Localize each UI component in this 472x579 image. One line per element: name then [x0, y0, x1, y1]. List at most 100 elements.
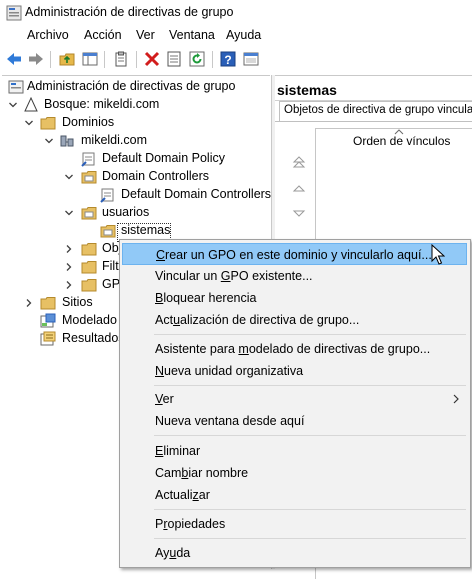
menu-item-propiedades[interactable]: Propiedades — [122, 513, 468, 535]
back-arrow-icon[interactable] — [5, 50, 23, 68]
menu-item-actualizacion-directiva[interactable]: Actualización de directiva de grupo... — [122, 309, 468, 331]
tree-label: Bosque: mikeldi.com — [44, 97, 160, 111]
move-to-top-icon[interactable] — [291, 154, 307, 170]
forward-arrow-icon[interactable] — [27, 50, 45, 68]
menu-item-eliminar[interactable]: Eliminar — [122, 440, 468, 462]
menu-item-label: Actualizar — [155, 488, 210, 502]
chevron-right-icon[interactable] — [24, 298, 34, 308]
console-view-icon[interactable] — [242, 50, 260, 68]
menu-item-nueva-ventana[interactable]: Nueva ventana desde aquí — [122, 410, 468, 432]
menu-item-label: Vincular un GPO existente... — [155, 269, 313, 283]
menu-separator — [154, 538, 466, 539]
divider — [275, 121, 472, 122]
properties-icon[interactable] — [165, 50, 183, 68]
tab-linked-gpos[interactable]: Objetos de directiva de grupo vinculados — [279, 101, 472, 122]
menu-item-ver[interactable]: Ver — [122, 388, 468, 410]
delete-icon[interactable] — [143, 50, 161, 68]
toolbar-separator — [50, 51, 51, 68]
tree-label: Modelado — [62, 313, 117, 327]
gpo-link-icon — [81, 152, 95, 167]
tree-label: Default Domain Controllers — [121, 187, 272, 201]
menu-separator — [154, 334, 466, 335]
domains-folder-icon — [40, 117, 56, 130]
domain-icon — [60, 135, 74, 147]
show-hide-tree-icon[interactable] — [81, 50, 99, 68]
tree-label: Filt — [102, 259, 119, 273]
menu-bar: Archivo Acción Ver Ventana Ayuda — [0, 26, 472, 46]
ou-folder-icon — [81, 207, 97, 220]
move-up-icon[interactable] — [291, 182, 307, 194]
tree-label: Dominios — [62, 115, 115, 129]
menu-item-label: Crear un GPO en este dominio y vincularl… — [156, 248, 432, 262]
tab-label: Objetos de directiva de grupo vinculados — [284, 104, 472, 116]
details-title: sistemas — [277, 82, 337, 98]
column-orden-de-vinculos[interactable]: Orden de vínculos — [353, 134, 450, 148]
help-icon[interactable]: ? — [219, 50, 237, 68]
results-icon — [40, 331, 56, 346]
menu-item-vincular-gpo[interactable]: Vincular un GPO existente... — [122, 265, 468, 287]
gpmc-root-icon — [8, 80, 24, 94]
sites-folder-icon — [40, 297, 56, 310]
mouse-cursor-icon — [431, 244, 445, 265]
menu-item-label: Bloquear herencia — [155, 291, 257, 305]
title-bar: Administración de directivas de grupo — [0, 0, 472, 26]
menu-item-bloquear-herencia[interactable]: Bloquear herencia — [122, 287, 468, 309]
tree-label: sistemas — [121, 223, 171, 237]
menu-item-asistente-modelado[interactable]: Asistente para modelado de directivas de… — [122, 338, 468, 360]
tree-label: mikeldi.com — [81, 133, 147, 147]
window-title: Administración de directivas de grupo — [25, 5, 234, 19]
menu-item-label: Cambiar nombre — [155, 466, 249, 480]
menu-ventana[interactable]: Ventana — [169, 28, 215, 42]
menu-separator — [154, 385, 466, 386]
menu-item-label: Eliminar — [155, 444, 201, 458]
svg-text:?: ? — [224, 53, 231, 67]
up-folder-icon[interactable] — [58, 50, 76, 68]
context-menu: Crear un GPO en este dominio y vincularl… — [119, 239, 471, 568]
menu-item-label: Propiedades — [155, 517, 226, 531]
submenu-arrow-icon — [453, 394, 459, 404]
gpo-link-icon — [100, 188, 114, 203]
tree-label: Default Domain Policy — [102, 151, 225, 165]
menu-separator — [154, 509, 466, 510]
tree-label: Domain Controllers — [102, 169, 209, 183]
toolbar: ? — [0, 46, 472, 74]
chevron-down-icon[interactable] — [64, 208, 74, 218]
tree-label: Administración de directivas de grupo — [27, 79, 236, 93]
ou-folder-icon — [81, 171, 97, 184]
menu-item-label: Nueva unidad organizativa — [155, 364, 304, 378]
menu-item-crear-gpo[interactable]: Crear un GPO en este dominio y vincularl… — [122, 243, 467, 265]
refresh-icon[interactable] — [188, 50, 206, 68]
menu-ver[interactable]: Ver — [136, 28, 155, 42]
toolbar-separator — [212, 51, 213, 68]
chevron-right-icon[interactable] — [64, 244, 74, 254]
menu-item-actualizar[interactable]: Actualizar — [122, 484, 468, 506]
tree-label: Sitios — [62, 295, 93, 309]
chevron-down-icon[interactable] — [64, 172, 74, 182]
modeling-icon — [40, 313, 56, 328]
forest-icon — [24, 97, 38, 112]
menu-accion[interactable]: Acción — [84, 28, 122, 42]
toolbar-separator — [104, 51, 105, 68]
chevron-down-icon[interactable] — [44, 136, 54, 146]
menu-separator — [154, 435, 466, 436]
folder-icon — [81, 261, 97, 274]
menu-item-label: Ver — [155, 392, 174, 406]
menu-ayuda[interactable]: Ayuda — [226, 28, 261, 42]
move-down-icon[interactable] — [291, 208, 307, 220]
ou-folder-icon — [100, 225, 116, 238]
menu-item-ayuda[interactable]: Ayuda — [122, 542, 468, 564]
menu-item-label: Nueva ventana desde aquí — [155, 414, 305, 428]
chevron-down-icon[interactable] — [24, 118, 34, 128]
tree-label: usuarios — [102, 205, 150, 219]
chevron-down-icon[interactable] — [8, 100, 18, 110]
chevron-right-icon[interactable] — [64, 280, 74, 290]
menu-item-cambiar-nombre[interactable]: Cambiar nombre — [122, 462, 468, 484]
menu-archivo[interactable]: Archivo — [27, 28, 69, 42]
gpmc-app-icon — [6, 5, 22, 21]
menu-item-nueva-ou[interactable]: Nueva unidad organizativa — [122, 360, 468, 382]
menu-item-label: Asistente para modelado de directivas de… — [155, 342, 431, 356]
folder-icon — [81, 243, 97, 256]
clipboard-icon[interactable] — [112, 50, 130, 68]
tree-label: Resultados — [62, 331, 125, 345]
chevron-right-icon[interactable] — [64, 262, 74, 272]
